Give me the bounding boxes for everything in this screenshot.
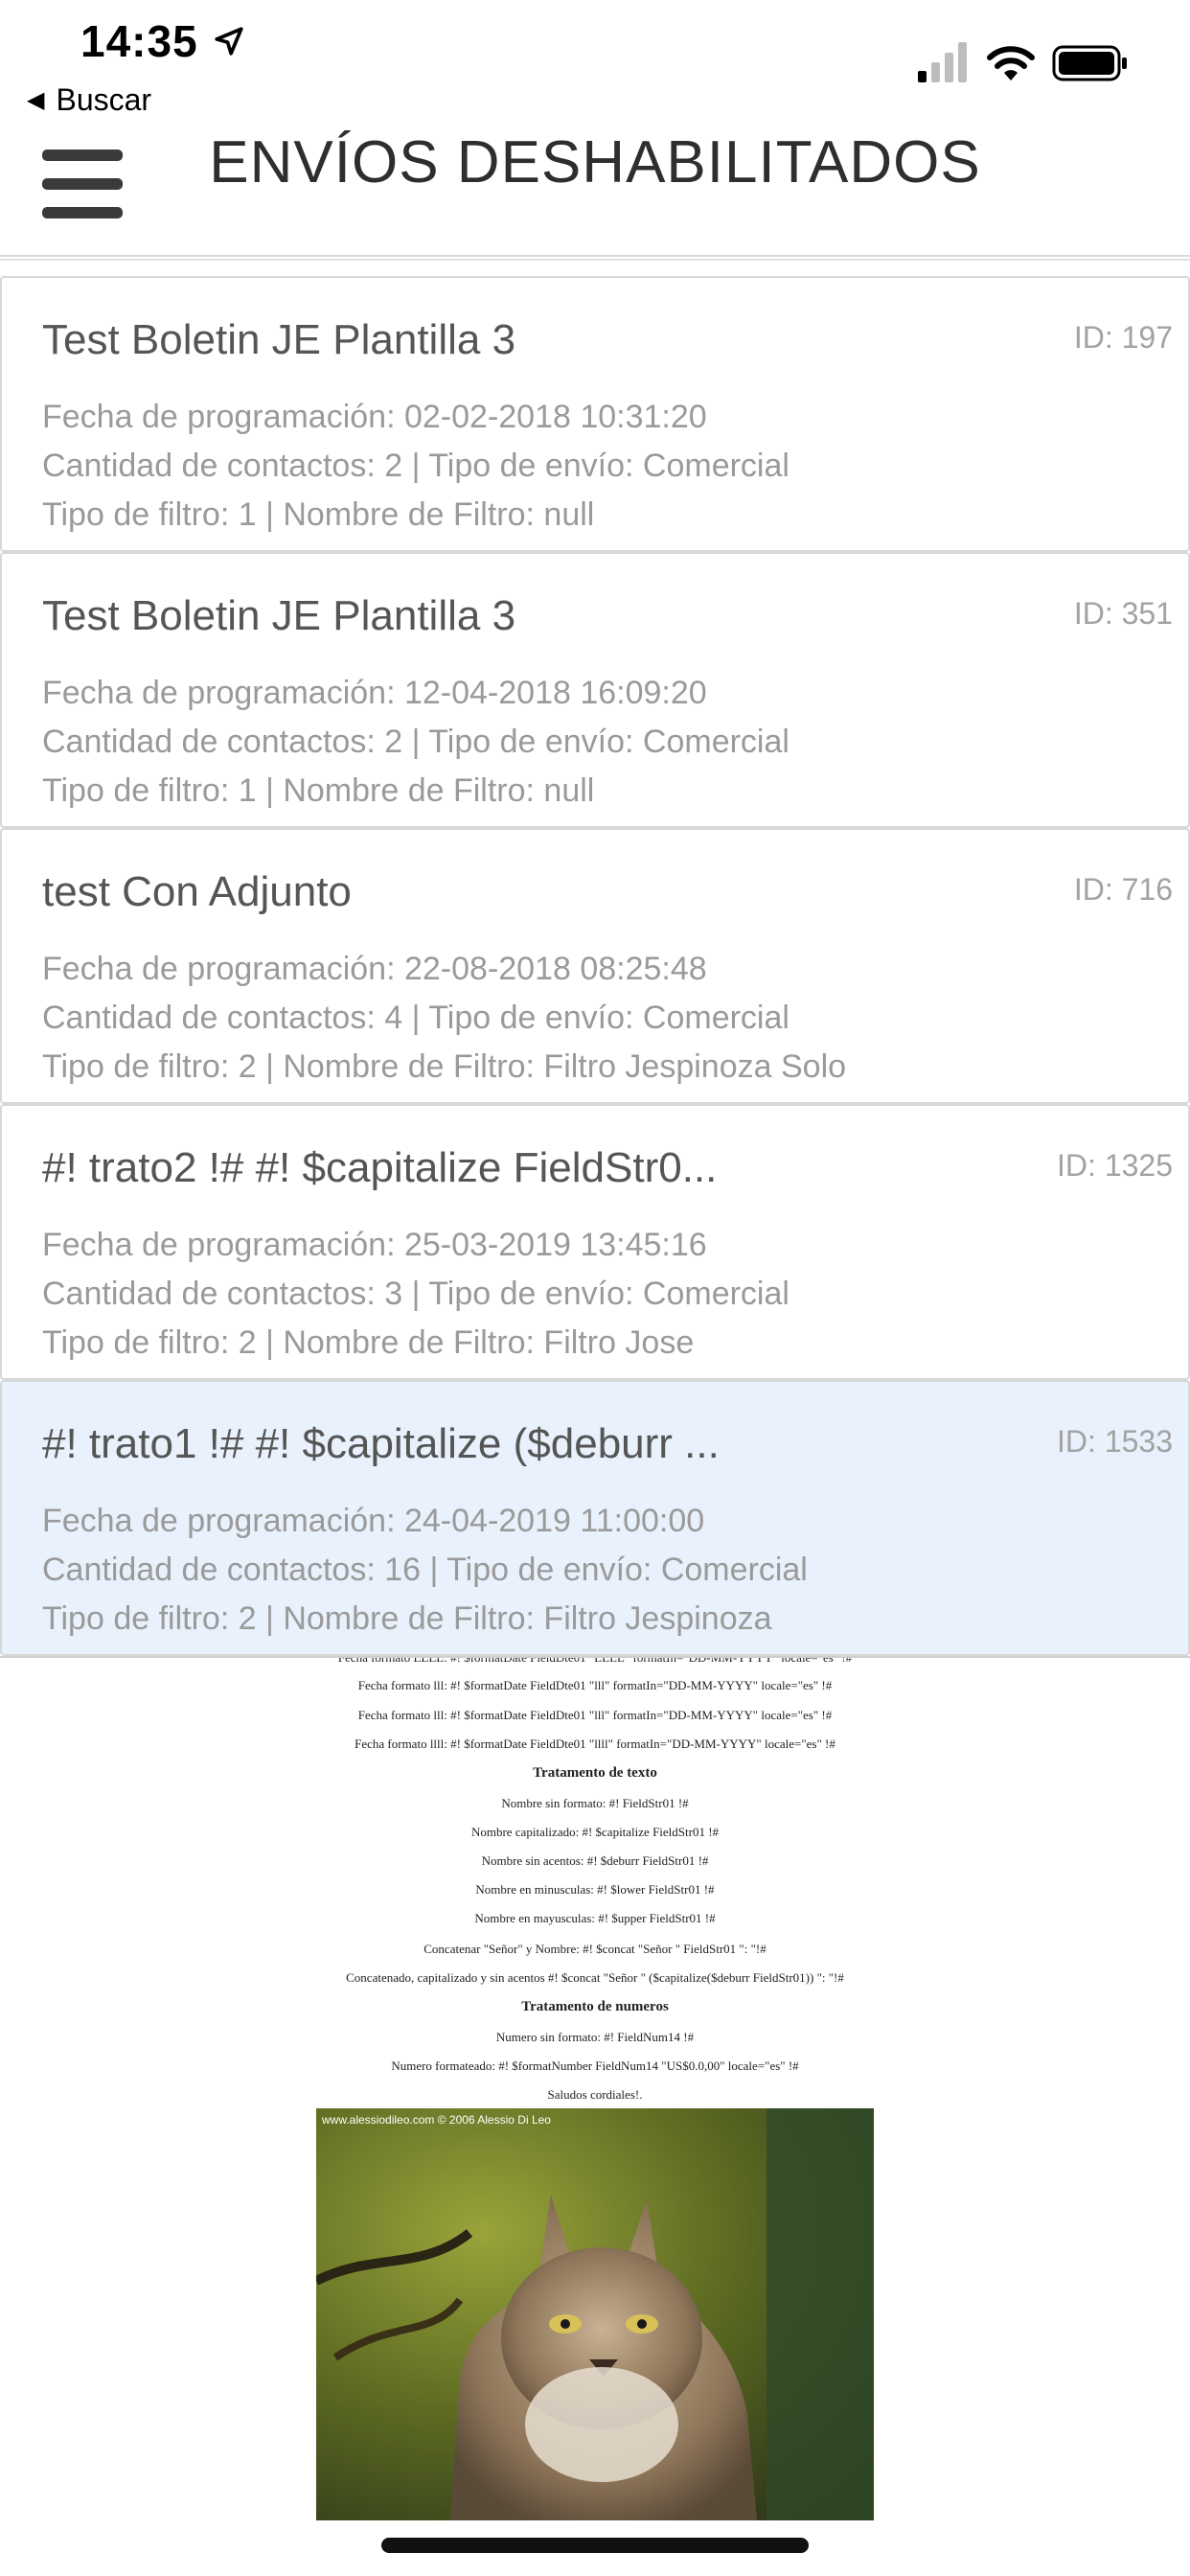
item-filter: Tipo de filtro: 1 | Nombre de Filtro: nu… (42, 496, 595, 533)
item-schedule-date: Fecha de programación: 02-02-2018 10:31:… (42, 399, 707, 435)
list-item[interactable]: #! trato2 !# #! $capitalize FieldStr0...… (0, 1104, 1190, 1380)
list-item[interactable]: Test Boletin JE Plantilla 3 ID: 351 Fech… (0, 552, 1190, 828)
cellular-signal-icon (918, 42, 967, 82)
item-filter: Tipo de filtro: 2 | Nombre de Filtro: Fi… (42, 1600, 772, 1637)
divider (0, 259, 1190, 261)
item-contacts-type: Cantidad de contactos: 2 | Tipo de envío… (42, 724, 790, 760)
item-title: #! trato2 !# #! $capitalize FieldStr0... (42, 1144, 718, 1191)
list-item[interactable]: test Con Adjunto ID: 716 Fecha de progra… (0, 828, 1190, 1104)
list-item[interactable]: Test Boletin JE Plantilla 3 ID: 197 Fech… (0, 276, 1190, 552)
preview-line: Fecha formato llll: #! $formatDate Field… (355, 1736, 835, 1751)
wifi-icon (987, 46, 1035, 80)
preview-heading: Tratamento de numeros (521, 1999, 669, 2014)
item-id: ID: 716 (1073, 872, 1173, 907)
item-schedule-date: Fecha de programación: 25-03-2019 13:45:… (42, 1227, 707, 1263)
back-label: Buscar (56, 81, 152, 117)
envios-list: Test Boletin JE Plantilla 3 ID: 197 Fech… (0, 276, 1190, 1656)
item-title: Test Boletin JE Plantilla 3 (42, 316, 516, 363)
item-schedule-date: Fecha de programación: 22-08-2018 08:25:… (42, 951, 707, 987)
item-title: Test Boletin JE Plantilla 3 (42, 592, 516, 639)
preview-line: Concatenado, capitalizado y sin acentos … (346, 1970, 844, 1985)
preview-line: Saludos cordiales!. (547, 2087, 643, 2102)
item-id: ID: 1533 (1057, 1424, 1173, 1459)
preview-line: Numero formateado: #! $formatNumber Fiel… (391, 2058, 799, 2073)
item-id: ID: 1325 (1057, 1148, 1173, 1183)
item-title: #! trato1 !# #! $capitalize ($deburr ... (42, 1420, 720, 1467)
preview-line: Nombre en mayusculas: #! $upper FieldStr… (474, 1911, 716, 1925)
preview-line: Numero sin formato: #! FieldNum14 !# (495, 2030, 695, 2044)
item-contacts-type: Cantidad de contactos: 16 | Tipo de enví… (42, 1552, 808, 1588)
preview-line: Fecha formato lll: #! $formatDate FieldD… (357, 1678, 833, 1692)
page-title: ENVÍOS DESHABILITADOS (209, 129, 981, 196)
back-to-search-link[interactable]: ◀ Buscar (27, 79, 151, 121)
item-id: ID: 351 (1073, 596, 1173, 631)
item-schedule-date: Fecha de programación: 12-04-2018 16:09:… (42, 675, 707, 711)
status-time: 14:35 (80, 16, 198, 66)
item-title: test Con Adjunto (42, 868, 352, 915)
list-item-selected[interactable]: #! trato1 !# #! $capitalize ($deburr ...… (0, 1380, 1190, 1656)
item-filter: Tipo de filtro: 2 | Nombre de Filtro: Fi… (42, 1324, 695, 1361)
hamburger-menu-icon[interactable] (42, 150, 123, 218)
item-filter: Tipo de filtro: 1 | Nombre de Filtro: nu… (42, 772, 595, 809)
item-contacts-type: Cantidad de contactos: 3 | Tipo de envío… (42, 1276, 790, 1312)
preview-line: Fecha formato lll: #! $formatDate FieldD… (357, 1708, 833, 1722)
preview-line: Concatenar "Señor" y Nombre: #! $concat … (423, 1942, 767, 1956)
preview-heading: Tratamento de texto (533, 1765, 657, 1781)
home-indicator[interactable] (381, 2538, 809, 2553)
preview-line: Nombre sin formato: #! FieldStr01 !# (501, 1796, 689, 1810)
item-contacts-type: Cantidad de contactos: 2 | Tipo de envío… (42, 448, 790, 484)
preview-line: Nombre sin acentos: #! $deburr FieldStr0… (481, 1853, 709, 1868)
status-bar: 14:35 ◀ Buscar (0, 0, 1190, 117)
preview-line: Nombre en minusculas: #! $lower FieldStr… (475, 1882, 715, 1897)
item-id: ID: 197 (1073, 320, 1173, 355)
battery-icon (1052, 45, 1127, 81)
app-header: ENVÍOS DESHABILITADOS (0, 121, 1190, 257)
email-preview[interactable]: Fecha formato LLLL: #! $formatDate Field… (0, 1656, 1190, 2520)
lynx-photo: www.alessiodileo.com © 2006 Alessio Di L… (316, 2108, 874, 2520)
location-arrow-icon (215, 27, 243, 56)
preview-line: Fecha formato LLLL: #! $formatDate Field… (337, 1656, 853, 1665)
preview-line: Nombre capitalizado: #! $capitalize Fiel… (470, 1825, 720, 1839)
item-filter: Tipo de filtro: 2 | Nombre de Filtro: Fi… (42, 1048, 847, 1085)
item-schedule-date: Fecha de programación: 24-04-2019 11:00:… (42, 1503, 705, 1539)
photo-caption: www.alessiodileo.com © 2006 Alessio Di L… (321, 2113, 551, 2127)
item-contacts-type: Cantidad de contactos: 4 | Tipo de envío… (42, 1000, 790, 1036)
back-triangle-icon: ◀ (27, 86, 45, 113)
